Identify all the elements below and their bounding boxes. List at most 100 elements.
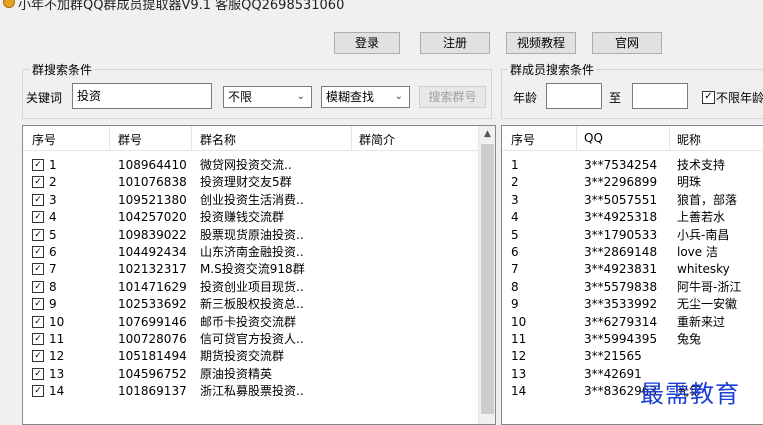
col-qq[interactable]: QQ	[584, 131, 603, 145]
row-member-no: 1	[511, 158, 519, 172]
row-no: 9	[49, 297, 57, 312]
table-row[interactable]: 3 3**5057551 狼首，部落	[502, 192, 763, 208]
col-group-name[interactable]: 群名称	[200, 131, 236, 148]
search-group-button[interactable]: 搜索群号	[419, 86, 486, 108]
row-group-name: M.S投资交流918群	[200, 262, 305, 277]
row-qq: 3**4923831	[584, 262, 658, 277]
row-member-no: 12	[511, 349, 527, 364]
table-row[interactable]: 7 3**4923831 whitesky	[502, 261, 763, 277]
row-checkbox[interactable]: ✓	[32, 176, 44, 189]
register-button[interactable]: 注册	[420, 32, 490, 54]
row-checkbox[interactable]: ✓	[32, 193, 44, 206]
table-row[interactable]: ✓ 10 107699146 邮币卡投资交流群	[23, 314, 478, 330]
col-nickname[interactable]: 昵称	[677, 131, 701, 148]
table-row[interactable]: 11 3**5994395 兔兔	[502, 331, 763, 347]
video-tutorial-button[interactable]: 视频教程	[506, 32, 576, 54]
scroll-up-icon[interactable]: ▲	[479, 126, 495, 142]
row-nickname: 狼首，部落	[677, 192, 738, 207]
app-icon	[3, 0, 15, 8]
table-row[interactable]: ✓ 3 109521380 创业投资生活消费..	[23, 192, 478, 208]
row-checkbox[interactable]: ✓	[32, 263, 44, 276]
login-button[interactable]: 登录	[334, 32, 400, 54]
table-row[interactable]: ✓ 7 102132317 M.S投资交流918群	[23, 261, 478, 277]
mode-select-value: 模糊查找	[326, 90, 375, 104]
no-age-limit-checkbox[interactable]: ✓	[702, 91, 715, 104]
table-row[interactable]: 8 3**5579838 阿牛哥-浙江	[502, 279, 763, 295]
row-checkbox[interactable]: ✓	[32, 385, 44, 398]
window-title: 小年不加群QQ群成员提取器V9.1 客服QQ2698531060	[18, 0, 345, 13]
row-checkbox[interactable]: ✓	[32, 280, 44, 293]
age-to-input[interactable]	[632, 83, 688, 109]
member-search-title: 群成员搜索条件	[508, 61, 597, 78]
col-group-intro[interactable]: 群简介	[359, 131, 395, 148]
col-no[interactable]: 序号	[32, 131, 56, 148]
row-no: 5	[49, 227, 57, 242]
row-checkbox[interactable]: ✓	[32, 315, 44, 328]
table-row[interactable]: ✓ 13 104596752 原油投资精英	[23, 366, 478, 382]
row-member-no: 10	[511, 314, 527, 329]
row-checkbox[interactable]: ✓	[32, 246, 44, 258]
col-member-no[interactable]: 序号	[511, 131, 535, 148]
table-row[interactable]: ✓ 6 104492434 山东济南金融投资..	[23, 244, 478, 260]
row-group-id: 102132317	[118, 262, 187, 277]
row-group-name: 股票现货原油投资..	[200, 227, 304, 242]
row-group-id: 107699146	[118, 314, 187, 329]
row-group-id: 101471629	[118, 279, 187, 294]
row-checkbox[interactable]: ✓	[32, 228, 44, 241]
table-row[interactable]: ✓ 11 100728076 信可贷官方投资人..	[23, 331, 478, 347]
row-qq: 3**21565	[584, 349, 642, 364]
row-no: 11	[49, 332, 65, 346]
official-site-button[interactable]: 官网	[592, 32, 662, 54]
row-qq: 3**4925318	[584, 210, 658, 225]
table-row[interactable]: 5 3**1790533 小兵-南昌	[502, 227, 763, 243]
row-no: 10	[49, 314, 65, 329]
row-member-no: 13	[511, 366, 527, 381]
row-group-id: 108964410	[118, 158, 187, 172]
row-checkbox[interactable]: ✓	[32, 159, 44, 171]
row-checkbox[interactable]: ✓	[32, 350, 44, 363]
table-row[interactable]: ✓ 2 101076838 投资理财交友5群	[23, 174, 478, 190]
table-row[interactable]: ✓ 12 105181494 期货投资交流群	[23, 348, 478, 364]
row-group-id: 100728076	[118, 332, 187, 346]
title-bar: 小年不加群QQ群成员提取器V9.1 客服QQ2698531060	[0, 0, 763, 14]
table-row[interactable]: ✓ 1 108964410 微贷网投资交流..	[23, 157, 478, 173]
row-member-no: 2	[511, 175, 519, 190]
row-qq: 3**2869148	[584, 245, 658, 259]
group-table-scrollbar[interactable]: ▲	[478, 126, 495, 424]
table-row[interactable]: 1 3**7534254 技术支持	[502, 157, 763, 173]
row-checkbox[interactable]: ✓	[32, 211, 44, 224]
table-row[interactable]: 6 3**2869148 love 洁	[502, 244, 763, 260]
keyword-input[interactable]: 投资	[72, 83, 212, 109]
row-checkbox[interactable]: ✓	[32, 333, 44, 345]
row-member-no: 14	[511, 384, 527, 399]
age-label: 年龄	[513, 91, 538, 105]
table-row[interactable]: 12 3**21565	[502, 348, 763, 364]
col-group-id[interactable]: 群号	[118, 131, 142, 148]
row-checkbox[interactable]: ✓	[32, 298, 44, 311]
age-from-input[interactable]	[546, 83, 602, 109]
row-group-name: 创业投资生活消费..	[200, 192, 304, 207]
row-member-no: 9	[511, 297, 519, 312]
table-row[interactable]: ✓ 5 109839022 股票现货原油投资..	[23, 227, 478, 243]
row-nickname: 重新来过	[677, 314, 726, 329]
table-row[interactable]: 9 3**3533992 无尘一安徽	[502, 296, 763, 312]
table-row[interactable]: 10 3**6279314 重新来过	[502, 314, 763, 330]
row-group-name: 原油投资精英	[200, 366, 273, 381]
table-row[interactable]: ✓ 4 104257020 投资赚钱交流群	[23, 209, 478, 225]
chevron-down-icon: ⌄	[394, 91, 403, 102]
row-nickname: 兔兔	[677, 332, 702, 346]
table-row[interactable]: ✓ 8 101471629 投资创业项目现货..	[23, 279, 478, 295]
row-group-name: 投资理财交友5群	[200, 175, 292, 190]
no-age-limit-label: 不限年龄	[716, 91, 763, 105]
type-select[interactable]: 不限 ⌄	[223, 86, 312, 108]
row-checkbox[interactable]: ✓	[32, 367, 44, 380]
mode-select[interactable]: 模糊查找 ⌄	[321, 86, 410, 108]
row-group-id: 101869137	[118, 384, 187, 399]
table-row[interactable]: 4 3**4925318 上善若水	[502, 209, 763, 225]
table-row[interactable]: ✓ 9 102533692 新三板股权投资总..	[23, 296, 478, 312]
to-label: 至	[609, 91, 622, 105]
scroll-thumb[interactable]	[481, 144, 494, 414]
table-row[interactable]: 2 3**2296899 明珠	[502, 174, 763, 190]
table-row[interactable]: ✓ 14 101869137 浙江私募股票投资..	[23, 383, 478, 399]
row-no: 14	[49, 384, 65, 399]
